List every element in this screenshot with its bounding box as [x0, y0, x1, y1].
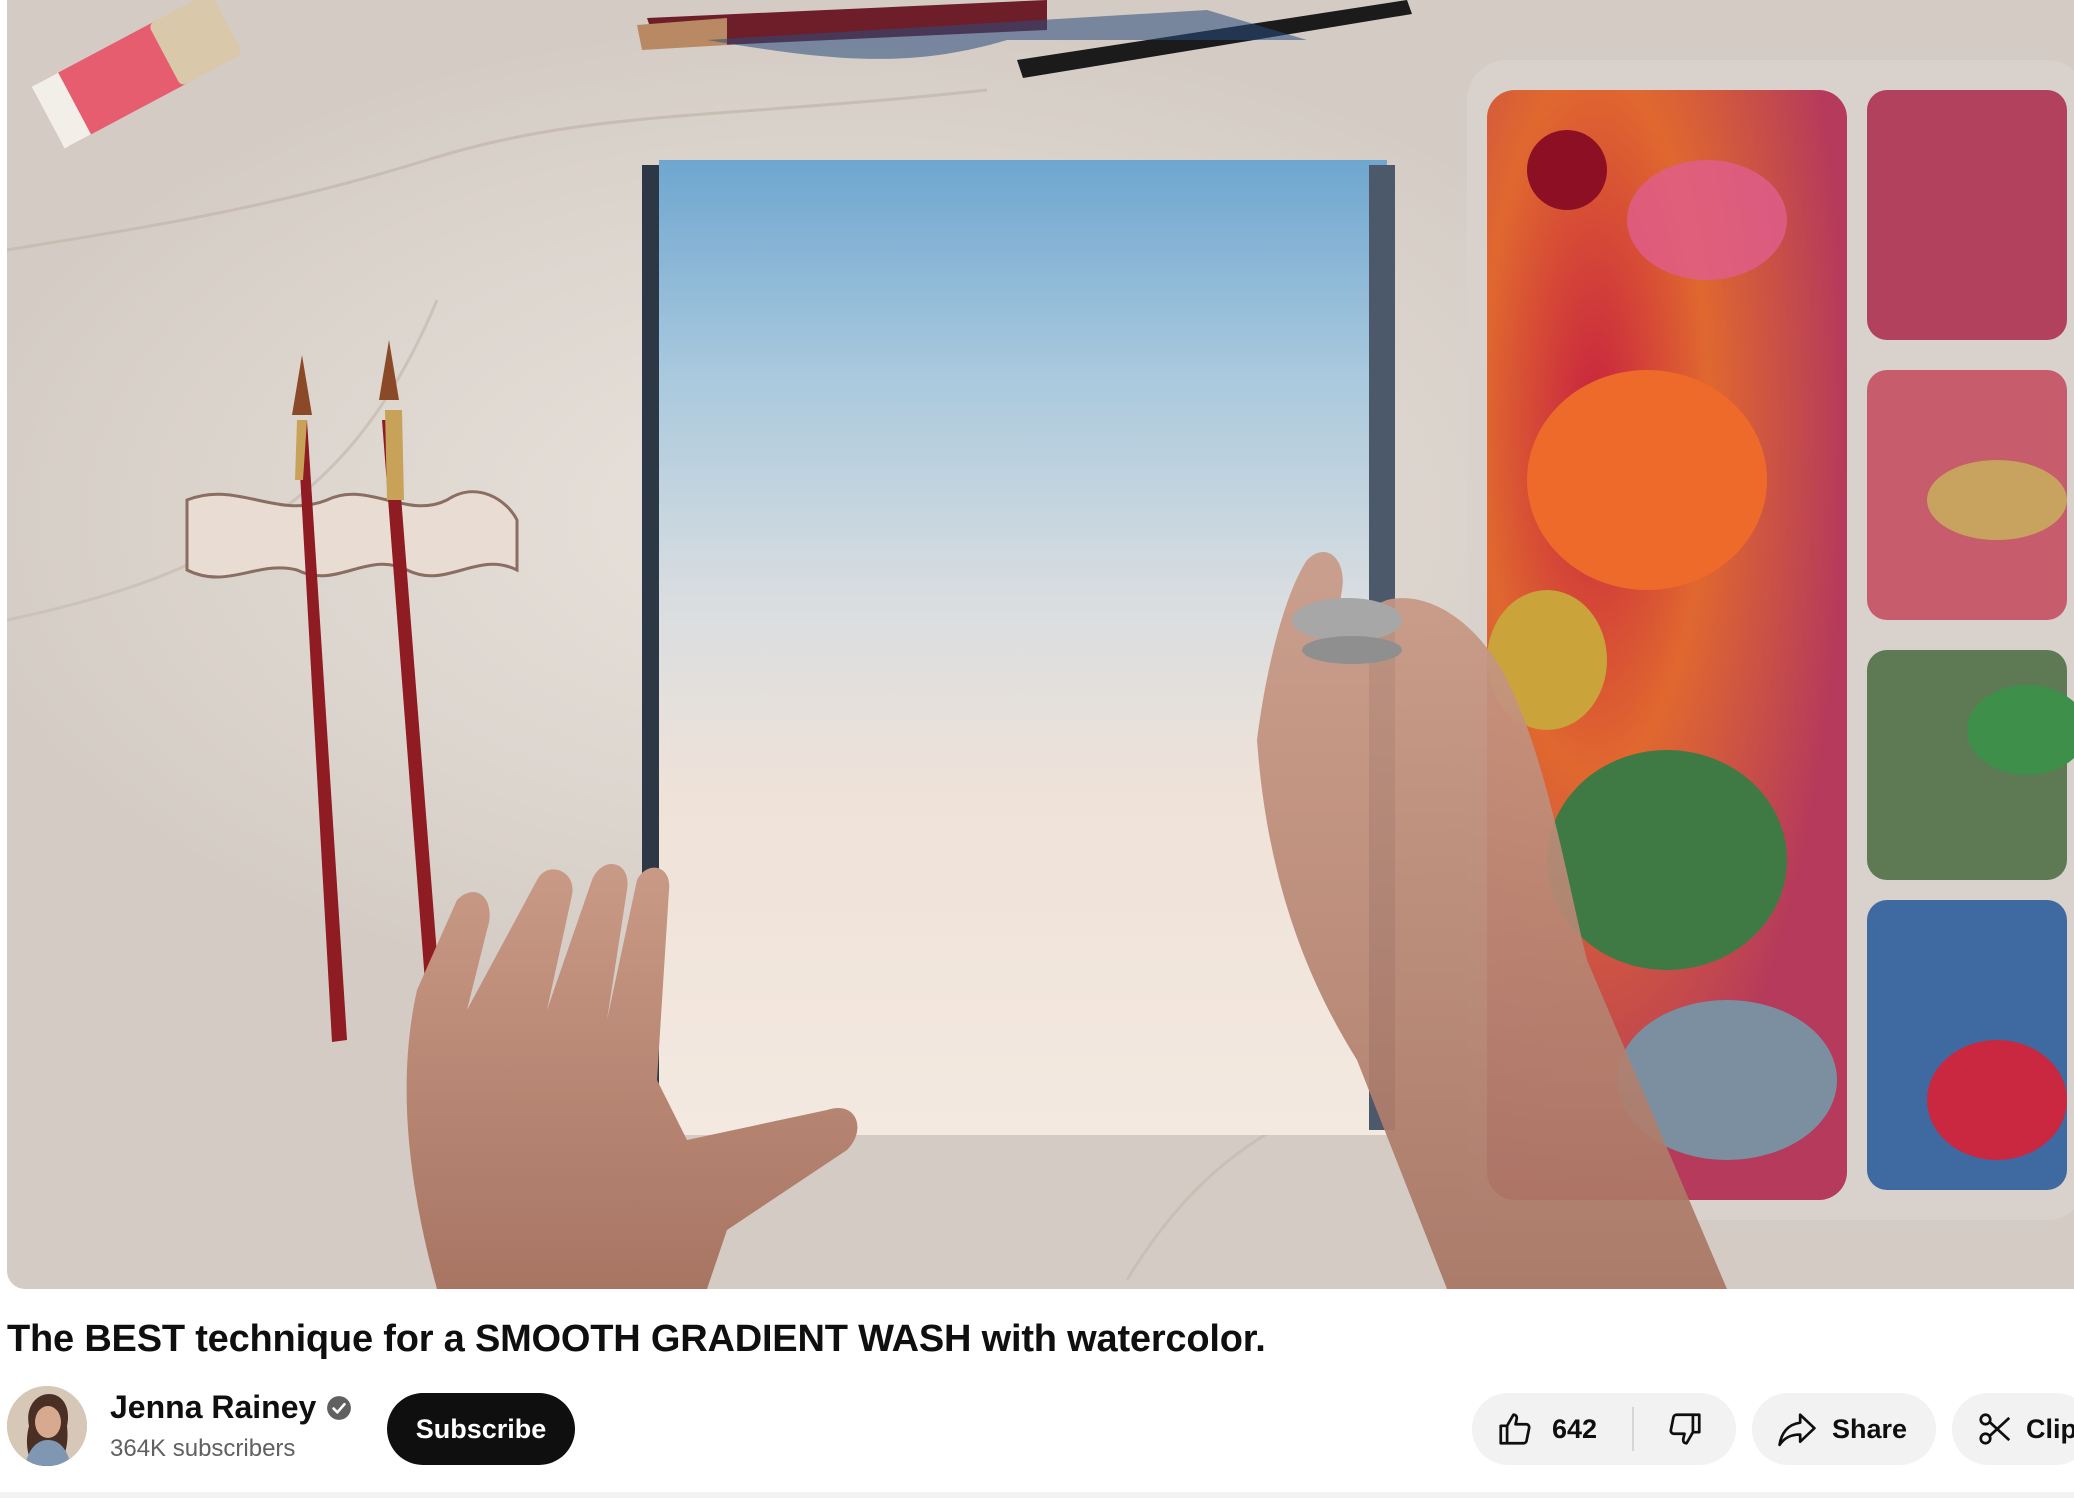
video-title: The BEST technique for a SMOOTH GRADIENT…	[7, 1318, 1266, 1360]
channel-avatar[interactable]	[7, 1386, 87, 1466]
thumbs-up-icon	[1496, 1410, 1534, 1448]
dislike-button[interactable]	[1634, 1393, 1736, 1465]
channel-name-text[interactable]: Jenna Rainey	[110, 1389, 316, 1426]
video-frame	[7, 0, 2074, 1289]
scissors-icon	[1976, 1410, 2014, 1448]
like-dislike-group: 642	[1472, 1393, 1736, 1465]
like-button[interactable]: 642	[1472, 1393, 1632, 1465]
thumbs-down-icon	[1666, 1410, 1704, 1448]
share-label: Share	[1832, 1413, 1908, 1444]
like-count: 642	[1552, 1413, 1598, 1444]
section-divider	[0, 1492, 2074, 1498]
channel-name[interactable]: Jenna Rainey	[110, 1389, 352, 1426]
subscribe-button[interactable]: Subscribe	[387, 1393, 575, 1465]
avatar-image-icon	[7, 1386, 87, 1466]
verified-check-icon	[327, 1395, 352, 1420]
clip-button[interactable]: Clip	[1952, 1393, 2074, 1465]
clip-label: Clip	[2026, 1413, 2074, 1444]
subscriber-count: 364K subscribers	[110, 1435, 296, 1462]
share-button[interactable]: Share	[1752, 1393, 1936, 1465]
share-arrow-icon	[1776, 1410, 1818, 1448]
video-player[interactable]	[7, 0, 2074, 1289]
